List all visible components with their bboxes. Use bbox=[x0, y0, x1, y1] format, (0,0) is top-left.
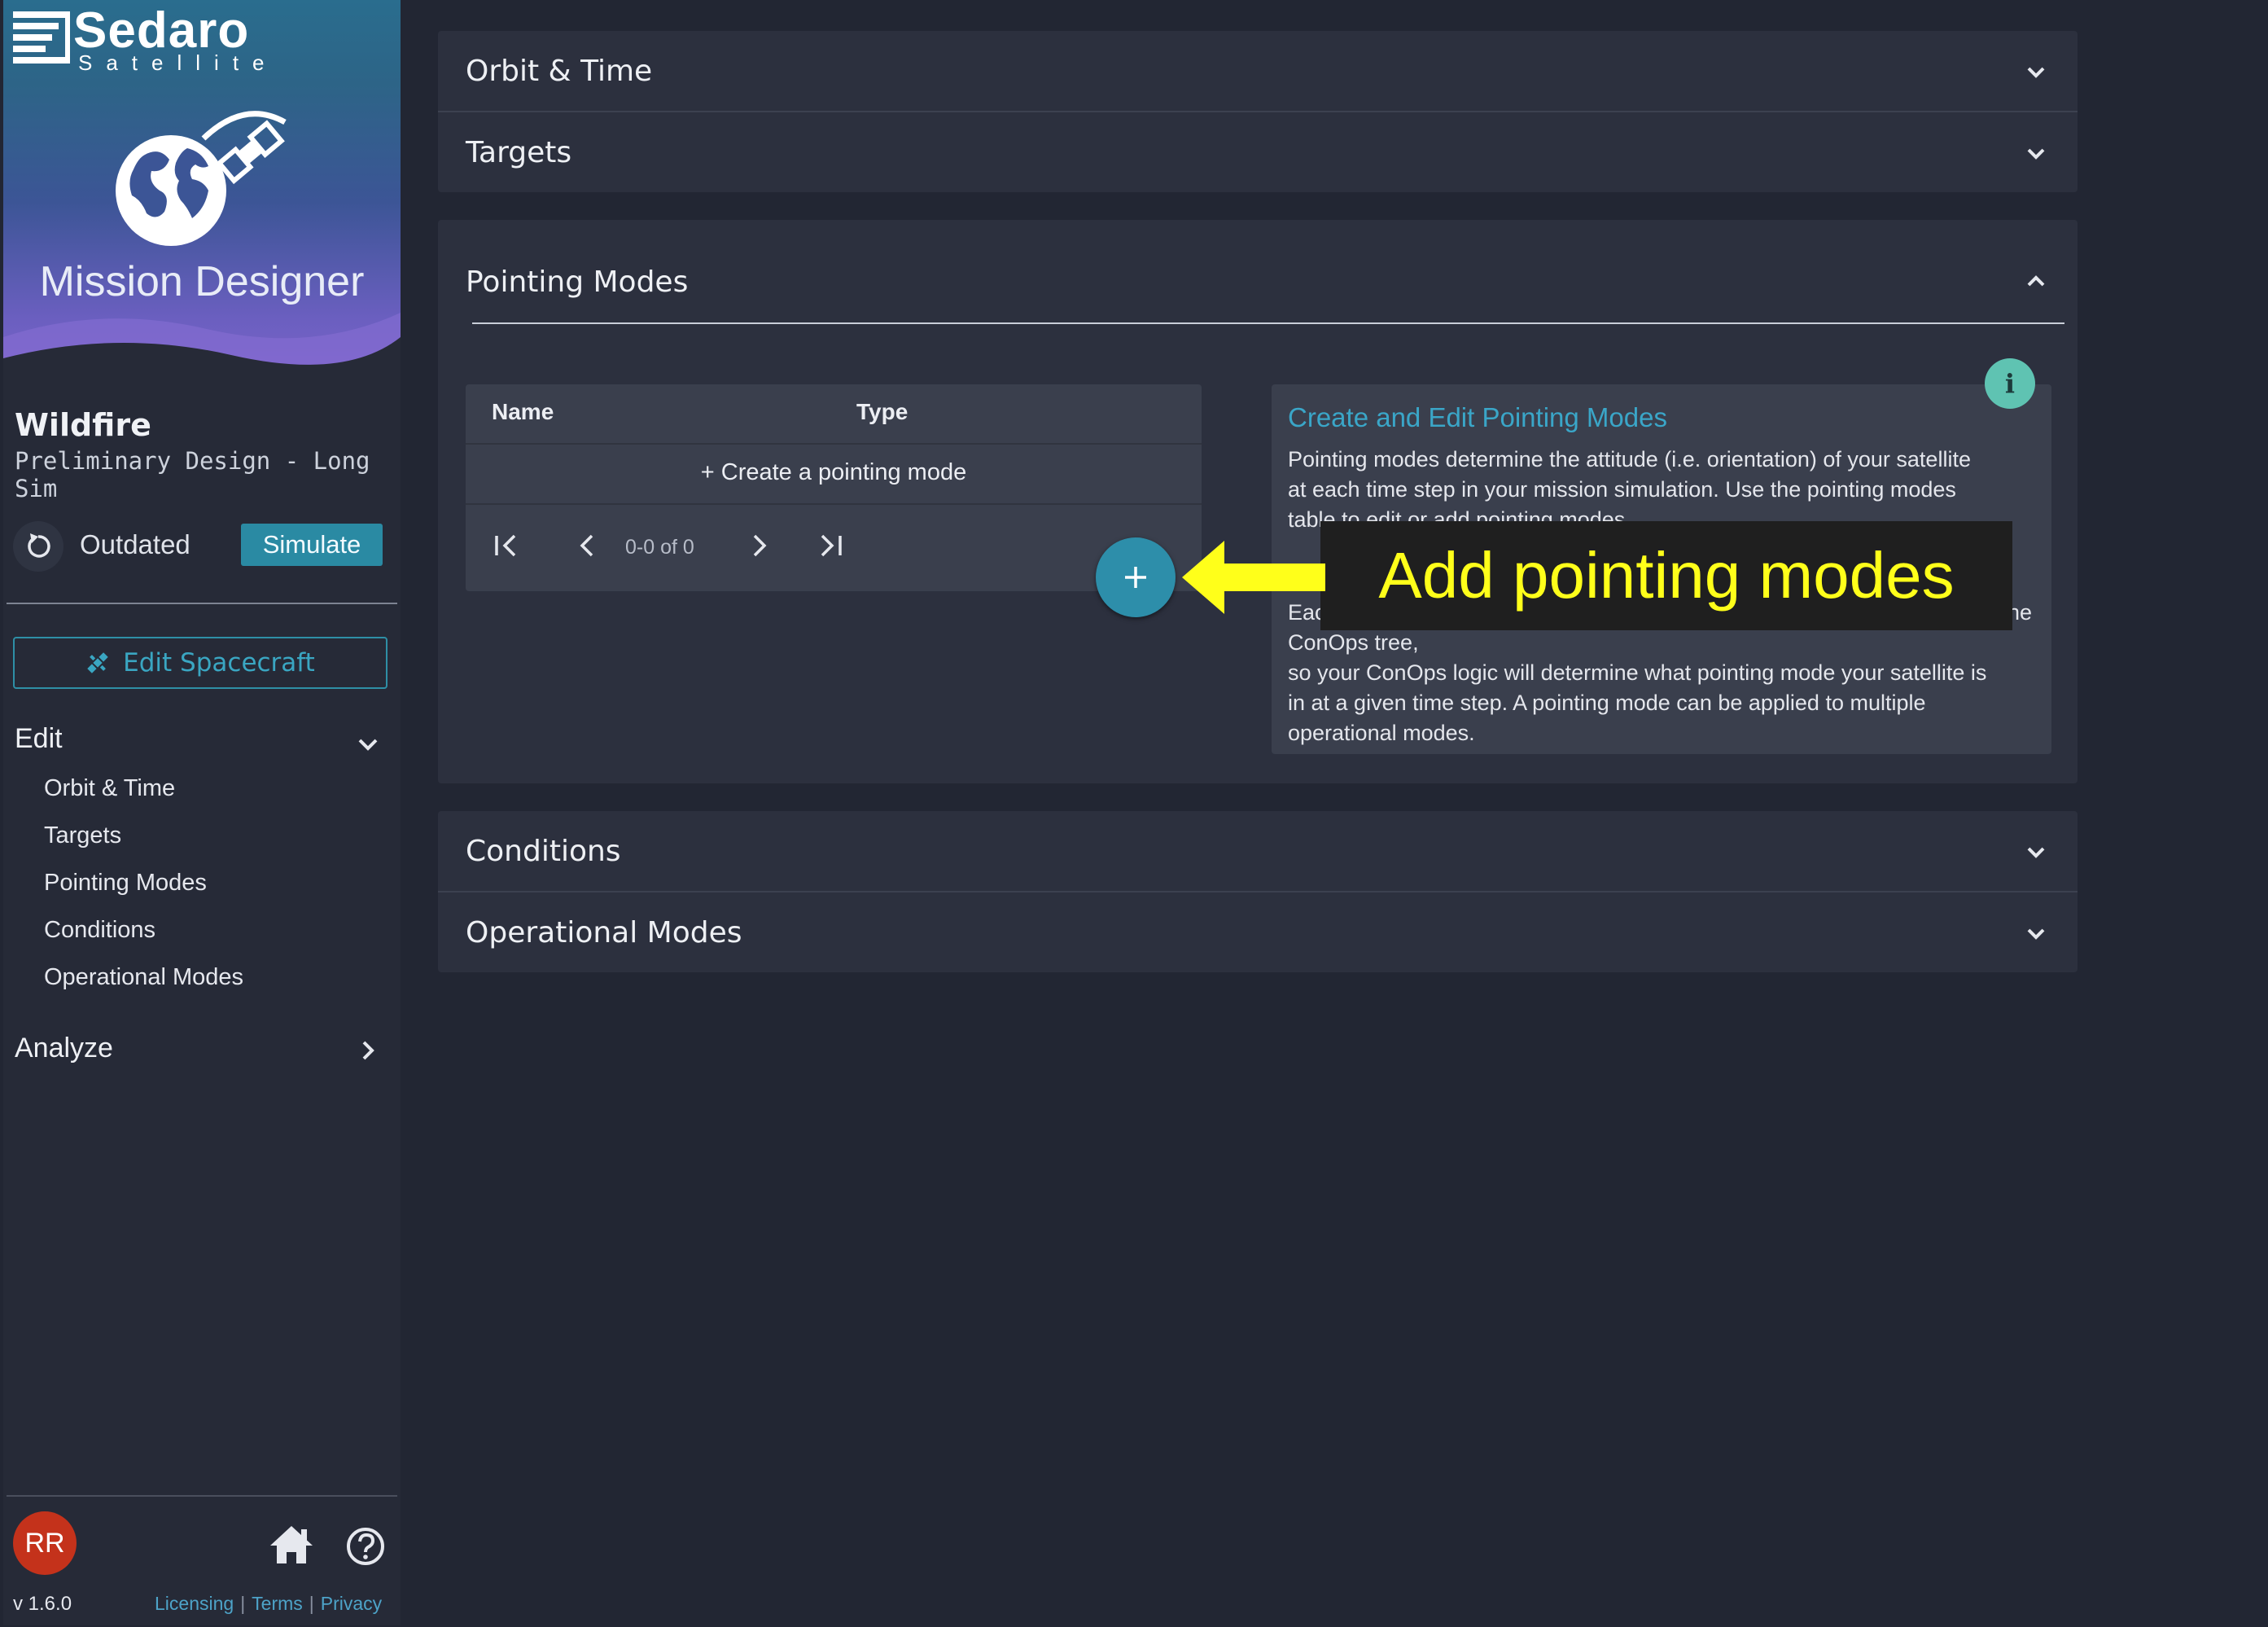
create-pointing-mode-link[interactable]: + Create a pointing mode bbox=[466, 459, 1202, 486]
info-line: in at a given time step. A pointing mode… bbox=[1288, 691, 1926, 715]
info-line: at each time step in your mission simula… bbox=[1288, 477, 1956, 502]
logo-subtext: Satellite bbox=[78, 50, 278, 75]
chevron-up-icon[interactable] bbox=[2024, 269, 2048, 293]
globe-satellite-icon bbox=[116, 111, 287, 246]
legal-links: Licensing | Terms | Privacy bbox=[155, 1593, 382, 1615]
edit-spacecraft-button[interactable]: Edit Spacecraft bbox=[13, 637, 387, 689]
chevron-down-icon[interactable] bbox=[2024, 840, 2048, 865]
licensing-link[interactable]: Licensing bbox=[155, 1593, 234, 1614]
sidebar-item-orbit-time[interactable]: Orbit & Time bbox=[44, 775, 175, 802]
sidebar-divider bbox=[7, 603, 397, 604]
table-divider bbox=[466, 503, 1202, 505]
avatar[interactable]: RR bbox=[13, 1511, 77, 1575]
refresh-button[interactable] bbox=[13, 521, 63, 572]
simulate-button[interactable]: Simulate bbox=[241, 524, 383, 566]
column-header-type[interactable]: Type bbox=[856, 399, 908, 425]
panel-orbit-time[interactable]: Orbit & Time bbox=[438, 31, 2078, 111]
project-subtitle: Preliminary Design - Long Sim bbox=[15, 447, 370, 502]
sidebar-footer-divider bbox=[7, 1495, 397, 1497]
accordion-bottom: Conditions Operational Modes bbox=[438, 811, 2078, 972]
info-line: Pointing modes determine the attitude (i… bbox=[1288, 447, 1971, 471]
terms-link[interactable]: Terms bbox=[252, 1593, 303, 1614]
column-header-name[interactable]: Name bbox=[492, 399, 554, 425]
info-card-title: Create and Edit Pointing Modes bbox=[1288, 402, 1667, 432]
satellite-icon bbox=[85, 651, 110, 675]
panel-targets-title: Targets bbox=[466, 135, 572, 169]
nav-group-analyze-label: Analyze bbox=[15, 1033, 113, 1063]
pointing-modes-divider bbox=[472, 322, 2064, 324]
info-line: operational modes. bbox=[1288, 721, 1475, 745]
sidebar-item-conditions[interactable]: Conditions bbox=[44, 917, 155, 944]
hero-wave bbox=[3, 313, 401, 378]
panel-conditions[interactable]: Conditions bbox=[438, 811, 2078, 891]
sidebar-item-pointing-modes[interactable]: Pointing Modes bbox=[44, 870, 207, 897]
link-separator: | bbox=[240, 1593, 246, 1614]
sidebar-item-operational-modes[interactable]: Operational Modes bbox=[44, 964, 243, 991]
panel-operational-modes[interactable]: Operational Modes bbox=[438, 892, 2078, 972]
sidebar: Sedaro Satellite Mission Designer Wildfi… bbox=[3, 0, 401, 1625]
panel-conditions-title: Conditions bbox=[466, 834, 621, 868]
edit-spacecraft-label: Edit Spacecraft bbox=[123, 648, 315, 678]
chevron-down-icon[interactable] bbox=[2024, 142, 2048, 166]
callout-text: Add pointing modes bbox=[1378, 539, 1955, 612]
table-divider bbox=[466, 443, 1202, 445]
info-line: so your ConOps logic will determine what… bbox=[1288, 660, 1987, 685]
nav-group-edit-label: Edit bbox=[15, 723, 63, 754]
brand-hero: Mission Designer bbox=[3, 85, 401, 378]
chevron-down-icon[interactable] bbox=[2024, 922, 2048, 946]
link-separator: | bbox=[309, 1593, 314, 1614]
chevron-down-icon[interactable] bbox=[2024, 60, 2048, 85]
plus-icon bbox=[1125, 567, 1146, 588]
pointing-modes-table: Name Type + Create a pointing mode 0-0 o… bbox=[466, 384, 1202, 591]
pagination-text: 0-0 of 0 bbox=[625, 536, 694, 559]
first-page-icon[interactable] bbox=[490, 529, 523, 562]
next-page-icon[interactable] bbox=[742, 529, 775, 562]
info-icon[interactable]: i bbox=[1985, 358, 2035, 409]
privacy-link[interactable]: Privacy bbox=[321, 1593, 382, 1614]
status-text: Outdated bbox=[80, 529, 190, 559]
last-page-icon[interactable] bbox=[814, 529, 847, 562]
project-title: Wildfire bbox=[15, 407, 151, 443]
refresh-icon bbox=[28, 533, 50, 558]
brand-header: Sedaro Satellite bbox=[3, 0, 401, 87]
add-pointing-mode-button[interactable] bbox=[1096, 537, 1176, 617]
panel-targets[interactable]: Targets bbox=[438, 112, 2078, 192]
nav-group-edit[interactable]: Edit bbox=[15, 723, 63, 755]
panel-pointing-modes-title[interactable]: Pointing Modes bbox=[466, 265, 688, 299]
help-icon[interactable] bbox=[345, 1526, 386, 1567]
home-icon[interactable] bbox=[269, 1524, 314, 1565]
previous-page-icon[interactable] bbox=[571, 529, 604, 562]
panel-orbit-time-title: Orbit & Time bbox=[466, 54, 653, 88]
sedaro-logo-icon bbox=[13, 11, 70, 64]
chevron-down-icon[interactable] bbox=[353, 730, 383, 759]
panel-operational-modes-title: Operational Modes bbox=[466, 915, 742, 949]
sidebar-item-targets[interactable]: Targets bbox=[44, 822, 121, 849]
callout-arrow-icon bbox=[1182, 541, 1325, 614]
version-label: v 1.6.0 bbox=[13, 1593, 72, 1615]
accordion-top: Orbit & Time Targets bbox=[438, 31, 2078, 192]
chevron-right-icon[interactable] bbox=[353, 1036, 383, 1065]
nav-group-analyze[interactable]: Analyze bbox=[15, 1033, 113, 1064]
